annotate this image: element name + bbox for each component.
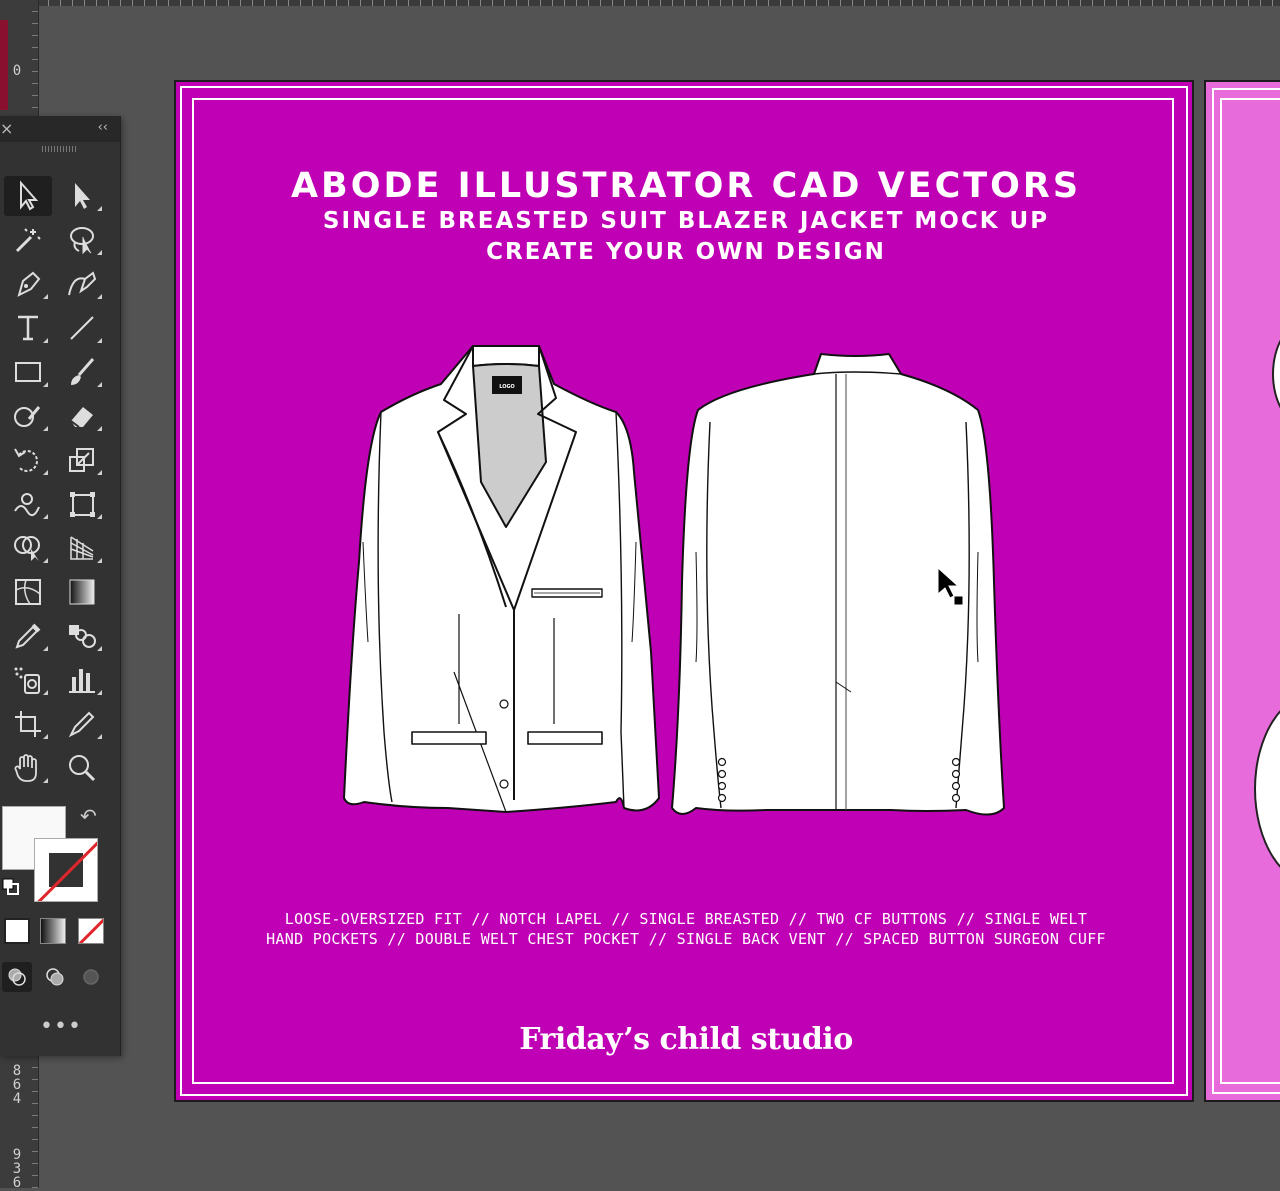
jacket-front-view[interactable]: LOGO <box>343 345 660 813</box>
ruler-number-864: 864 <box>12 1063 22 1107</box>
artboard-tagline: CREATE YOUR OWN DESIGN <box>486 239 886 265</box>
offscreen-artwork-edge <box>0 20 8 110</box>
selection-tool[interactable] <box>4 176 52 216</box>
brand-name: Friday’s child studio <box>519 1022 853 1057</box>
tools-panel: × ‹‹ ↶ ••• <box>0 116 121 1056</box>
draw-inside-icon <box>83 969 99 985</box>
perspective-grid-icon <box>70 536 94 560</box>
scale-icon <box>69 448 94 472</box>
symbol-sprayer-icon <box>14 667 40 694</box>
rectangle-icon <box>15 362 41 382</box>
pen-tool[interactable] <box>4 264 52 304</box>
artboard-title: ABODE ILLUSTRATOR CAD VECTORS <box>290 166 1082 206</box>
collapse-icon[interactable]: ‹‹ <box>98 120 108 135</box>
perspective-grid-tool[interactable] <box>58 528 106 568</box>
none-mode-button[interactable] <box>78 918 104 944</box>
direct-selection-arrow-icon <box>75 183 90 209</box>
magic-wand-tool[interactable] <box>4 220 52 260</box>
gradient-mode-button[interactable] <box>40 918 66 944</box>
color-mode-button[interactable] <box>4 918 30 944</box>
rotate-icon <box>14 448 38 472</box>
draw-normal-icon <box>8 968 26 986</box>
ruler-number-936: 936 <box>12 1147 22 1191</box>
artboard[interactable]: ABODE ILLUSTRATOR CAD VECTORS SINGLE BRE… <box>174 80 1194 1102</box>
artboard-tool[interactable] <box>4 704 52 744</box>
horizontal-ruler[interactable] <box>0 0 1280 6</box>
mesh-icon <box>15 579 41 605</box>
direct-selection-tool[interactable] <box>58 176 106 216</box>
draw-behind-icon <box>46 968 64 986</box>
eraser-tool[interactable] <box>58 396 106 436</box>
warp-icon <box>14 493 40 517</box>
features-line-1: LOOSE-OVERSIZED FIT // NOTCH LAPEL // SI… <box>284 910 1088 928</box>
column-graph-tool[interactable] <box>58 660 106 700</box>
shaper-icon <box>14 406 41 427</box>
more-tools-button[interactable]: ••• <box>40 1014 82 1039</box>
eraser-icon <box>70 407 93 428</box>
shape-builder-tool[interactable] <box>4 528 52 568</box>
jacket-logo-label: LOGO <box>499 384 515 390</box>
default-fill-stroke-icon[interactable] <box>2 878 20 896</box>
curvature-icon <box>68 271 97 296</box>
warp-tool[interactable] <box>4 484 52 524</box>
slice-icon <box>68 711 95 738</box>
eyedropper-icon <box>15 623 41 649</box>
paintbrush-icon <box>71 358 95 385</box>
stroke-swatch[interactable] <box>34 838 98 902</box>
zoom-tool[interactable] <box>58 748 106 788</box>
type-tool[interactable] <box>4 308 52 348</box>
gradient-tool[interactable] <box>58 572 106 612</box>
free-transform-icon <box>70 492 95 517</box>
panel-grip-handle[interactable] <box>42 146 78 152</box>
line-segment-tool[interactable] <box>58 308 106 348</box>
scale-tool[interactable] <box>58 440 106 480</box>
artboard-2[interactable] <box>1204 80 1280 1102</box>
hand-tool[interactable] <box>4 748 52 788</box>
pen-icon <box>17 271 41 297</box>
lasso-icon <box>70 227 94 255</box>
artboard-icon <box>15 711 41 737</box>
free-transform-tool[interactable] <box>58 484 106 524</box>
lasso-tool[interactable] <box>58 220 106 260</box>
eyedropper-tool[interactable] <box>4 616 52 656</box>
paintbrush-tool[interactable] <box>58 352 106 392</box>
slice-tool[interactable] <box>58 704 106 744</box>
close-icon[interactable]: × <box>0 119 13 138</box>
draw-normal-button[interactable] <box>2 962 32 992</box>
type-icon <box>18 315 38 341</box>
magic-wand-icon <box>15 228 41 253</box>
line-icon <box>70 316 94 340</box>
gradient-icon <box>69 579 95 605</box>
draw-behind-button[interactable] <box>40 962 70 992</box>
draw-inside-button[interactable] <box>76 962 106 992</box>
rotate-tool[interactable] <box>4 440 52 480</box>
column-graph-icon <box>69 669 95 693</box>
symbol-sprayer-tool[interactable] <box>4 660 52 700</box>
artboard-2-inner-frame <box>1220 98 1280 1084</box>
shape-builder-icon <box>14 536 40 561</box>
artboard-subtitle: SINGLE BREASTED SUIT BLAZER JACKET MOCK … <box>322 208 1050 234</box>
features-line-2: HAND POCKETS // DOUBLE WELT CHEST POCKET… <box>266 930 1106 948</box>
zoom-icon <box>69 755 96 782</box>
curvature-tool[interactable] <box>58 264 106 304</box>
rectangle-tool[interactable] <box>4 352 52 392</box>
swap-fill-stroke-icon[interactable]: ↶ <box>80 804 97 828</box>
selection-arrow-icon <box>20 180 39 211</box>
shaper-tool[interactable] <box>4 396 52 436</box>
blend-icon <box>69 625 96 648</box>
tools-panel-header[interactable]: × ‹‹ <box>0 116 120 142</box>
mesh-tool[interactable] <box>4 572 52 612</box>
ruler-number-top: 0 <box>12 63 22 79</box>
blend-tool[interactable] <box>58 616 106 656</box>
mouse-cursor-icon <box>937 566 964 606</box>
hand-icon <box>14 754 37 782</box>
